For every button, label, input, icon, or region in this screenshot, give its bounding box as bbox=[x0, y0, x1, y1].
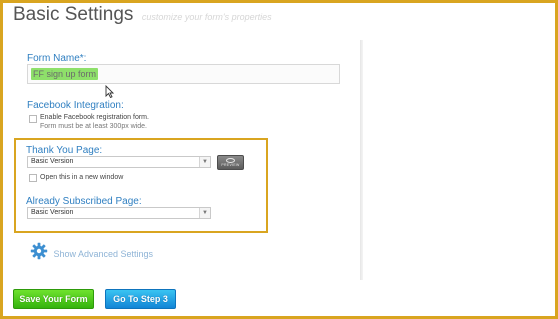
vertical-divider bbox=[360, 40, 363, 280]
facebook-checkbox-label: Enable Facebook registration form. bbox=[40, 114, 149, 121]
save-form-button[interactable]: Save Your Form bbox=[13, 289, 94, 309]
already-subscribed-label: Already Subscribed Page: bbox=[26, 196, 142, 207]
page-subtitle: customize your form's properties bbox=[141, 12, 272, 22]
already-subscribed-select[interactable]: Basic Version ▼ bbox=[27, 207, 211, 219]
page-title: Basic Settings bbox=[13, 4, 134, 25]
show-advanced-settings-label: Show Advanced Settings bbox=[53, 248, 154, 259]
new-window-label: Open this in a new window bbox=[40, 174, 124, 181]
chevron-down-icon: ▼ bbox=[199, 157, 210, 167]
form-name-value: FF sign up form bbox=[31, 68, 99, 80]
thank-you-page-selected: Basic Version bbox=[31, 158, 74, 165]
go-to-step-3-button[interactable]: Go To Step 3 bbox=[105, 289, 176, 309]
form-name-input[interactable]: FF sign up form bbox=[27, 64, 340, 84]
facebook-integration-label: Facebook Integration: bbox=[27, 100, 124, 111]
preview-label: PREVIEW bbox=[221, 163, 240, 167]
thank-you-page-select[interactable]: Basic Version ▼ bbox=[27, 156, 211, 168]
page-header: Basic Settings customize your form's pro… bbox=[13, 4, 272, 26]
form-name-label: Form Name*: bbox=[27, 53, 87, 64]
gear-icon bbox=[30, 242, 48, 265]
preview-button[interactable]: PREVIEW bbox=[217, 155, 244, 170]
show-advanced-settings-link[interactable]: Show Advanced Settings bbox=[30, 242, 153, 265]
chevron-down-icon: ▼ bbox=[199, 208, 210, 218]
new-window-checkbox[interactable] bbox=[29, 174, 37, 182]
already-subscribed-selected: Basic Version bbox=[31, 209, 74, 216]
thank-you-page-label: Thank You Page: bbox=[26, 145, 103, 156]
facebook-checkbox-note: Form must be at least 300px wide. bbox=[40, 123, 147, 130]
facebook-registration-checkbox[interactable] bbox=[29, 115, 37, 123]
